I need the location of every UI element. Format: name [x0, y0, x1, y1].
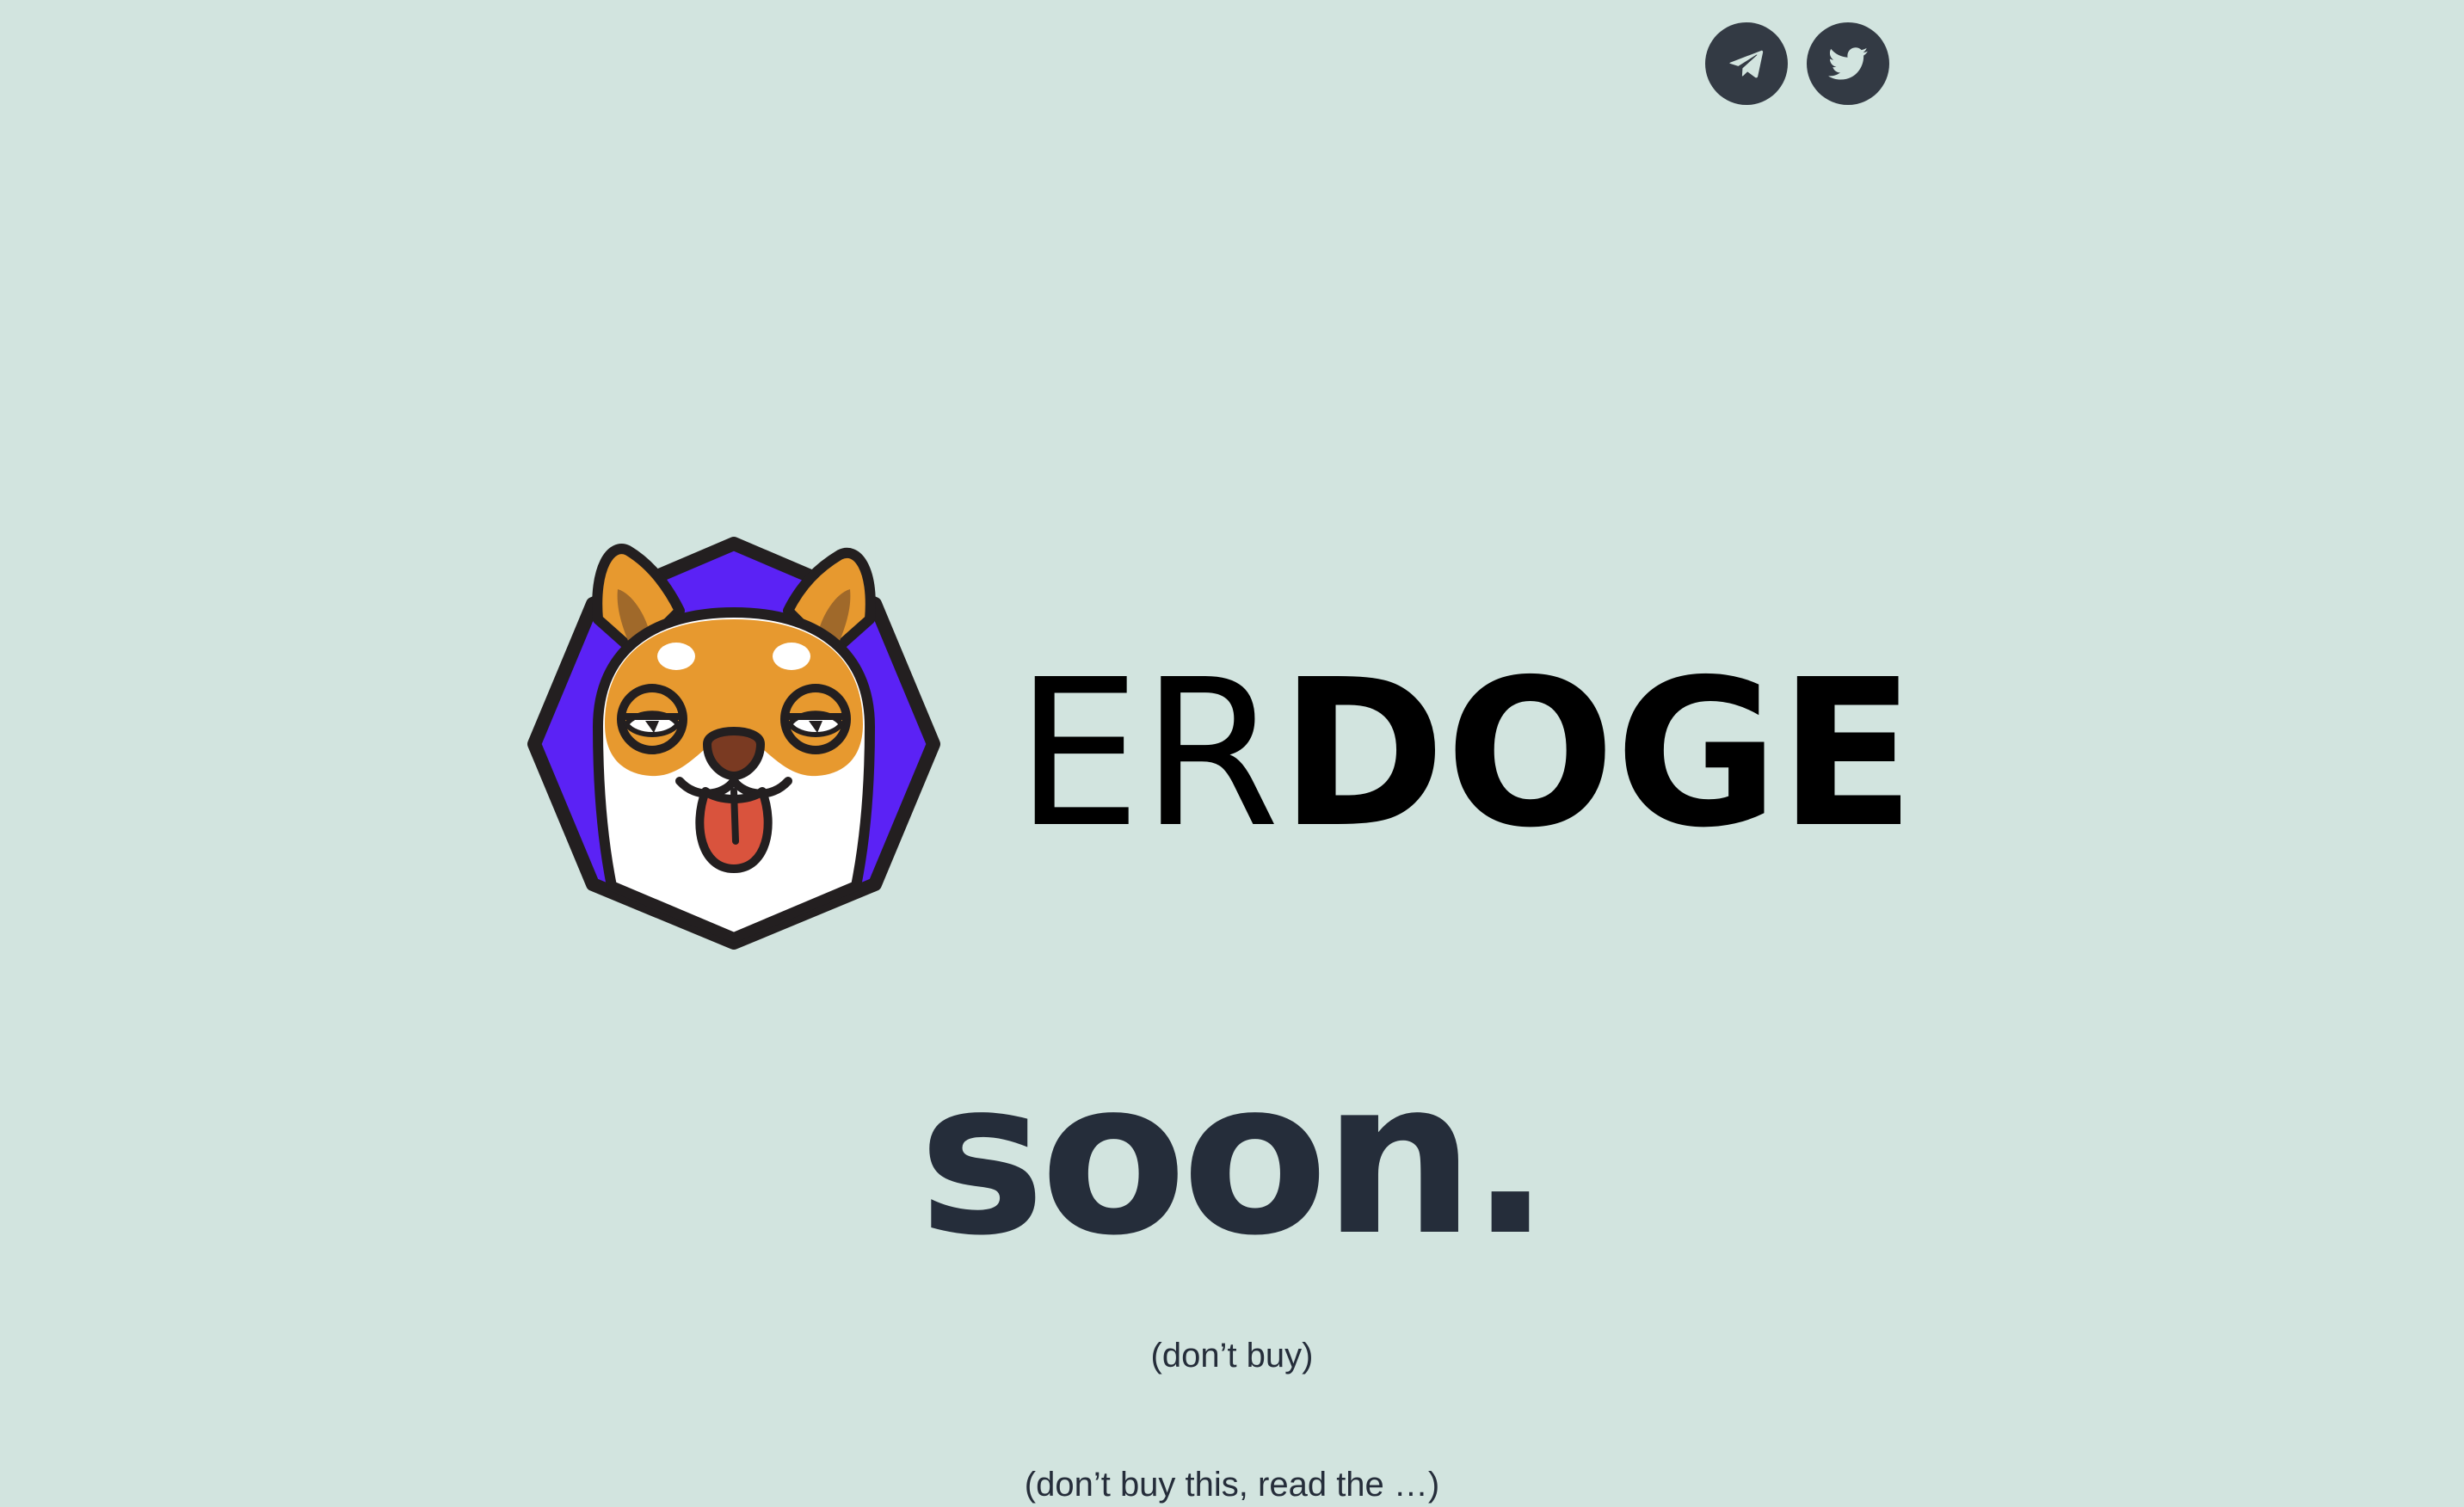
telegram-icon — [1729, 50, 1764, 78]
subtext: (don’t buy) — [1150, 1337, 1314, 1375]
logo-text-bold: DOGE — [1280, 636, 1915, 872]
headline: soon. — [918, 1035, 1550, 1282]
logo-wordmark: ERDOGE — [1015, 636, 1915, 872]
erdoge-logo: ERDOGE — [516, 533, 1927, 963]
twitter-button[interactable] — [1807, 22, 1889, 105]
twitter-icon — [1828, 47, 1868, 80]
logo-text-light: ER — [1015, 636, 1280, 872]
subtext-secondary: (don’t buy this, read the …) — [1024, 1466, 1440, 1504]
social-links — [1705, 22, 1889, 105]
telegram-button[interactable] — [1705, 22, 1788, 105]
